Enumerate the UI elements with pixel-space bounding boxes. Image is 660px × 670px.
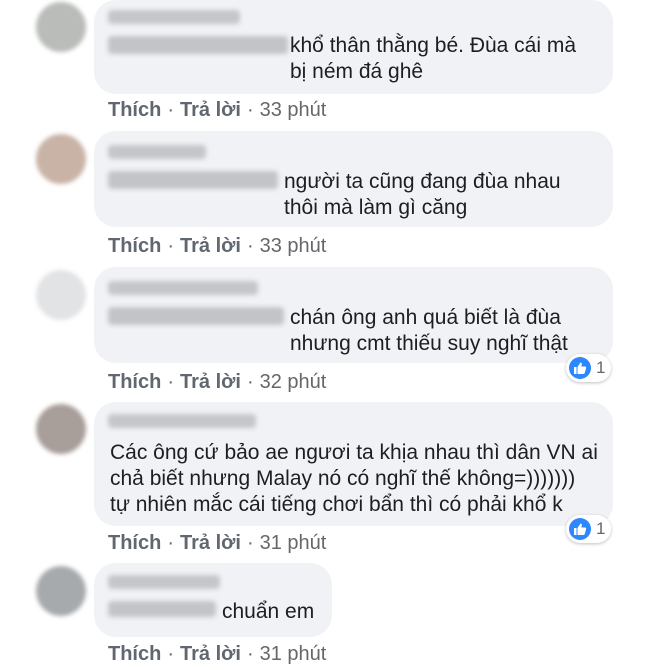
tagged-name-blurred[interactable] — [108, 171, 278, 189]
separator-dot: · — [167, 532, 175, 554]
thumbs-up-icon — [569, 518, 591, 540]
separator-dot: · — [246, 99, 254, 121]
reply-link[interactable]: Trả lời — [180, 99, 241, 121]
reaction-badge[interactable]: 1 — [566, 354, 612, 382]
like-link[interactable]: Thích — [108, 532, 161, 554]
comment-bubble: chuẩn em — [94, 563, 332, 637]
separator-dot: · — [246, 643, 254, 665]
avatar[interactable] — [36, 566, 86, 616]
reaction-count: 1 — [596, 519, 606, 538]
avatar[interactable] — [36, 270, 86, 320]
tagged-name-blurred[interactable] — [108, 307, 284, 325]
reply-link[interactable]: Trả lời — [180, 643, 241, 665]
comment-bubble: Các ông cứ bảo ae ngươi ta khịa nhau thì… — [94, 402, 613, 526]
comment-bubble: chán ông anh quá biết là đùa nhưng cmt t… — [94, 267, 613, 363]
avatar[interactable] — [36, 404, 86, 454]
comment-bubble: khổ thân thằng bé. Đùa cái mà bị ném đá … — [94, 0, 613, 94]
like-link[interactable]: Thích — [108, 643, 161, 665]
comment-actions: Thích · Trả lời · 31 phút — [108, 643, 326, 666]
author-name-blurred[interactable] — [108, 414, 256, 428]
timestamp[interactable]: 33 phút — [260, 99, 327, 121]
comment-actions: Thích · Trả lời · 32 phút — [108, 371, 326, 394]
tagged-name-blurred[interactable] — [108, 36, 288, 54]
like-link[interactable]: Thích — [108, 371, 161, 393]
separator-dot: · — [246, 532, 254, 554]
comment-text: chuẩn em — [222, 600, 315, 623]
timestamp[interactable]: 31 phút — [260, 643, 327, 665]
timestamp[interactable]: 31 phút — [260, 532, 327, 554]
avatar[interactable] — [36, 2, 86, 52]
separator-dot: · — [246, 235, 254, 257]
author-name-blurred[interactable] — [108, 281, 258, 295]
thumbs-up-icon — [569, 357, 591, 379]
author-name-blurred[interactable] — [108, 10, 240, 24]
reaction-badge[interactable]: 1 — [566, 515, 612, 543]
reply-link[interactable]: Trả lời — [180, 532, 241, 554]
comment-text: chán ông anh quá biết là đùa nhưng cmt t… — [290, 306, 568, 355]
like-link[interactable]: Thích — [108, 235, 161, 257]
comment-bubble: người ta cũng đang đùa nhau thôi mà làm … — [94, 131, 613, 227]
comment-actions: Thích · Trả lời · 33 phút — [108, 99, 326, 122]
reaction-count: 1 — [596, 358, 606, 377]
author-name-blurred[interactable] — [108, 145, 206, 159]
author-name-blurred[interactable] — [108, 575, 220, 589]
avatar[interactable] — [36, 134, 86, 184]
separator-dot: · — [167, 99, 175, 121]
comment-actions: Thích · Trả lời · 31 phút — [108, 532, 326, 555]
comment-text: khổ thân thằng bé. Đùa cái mà bị ném đá … — [290, 34, 577, 83]
comment-text: Các ông cứ bảo ae ngươi ta khịa nhau thì… — [110, 441, 598, 516]
separator-dot: · — [246, 371, 254, 393]
comment-actions: Thích · Trả lời · 33 phút — [108, 235, 326, 258]
separator-dot: · — [167, 371, 175, 393]
reply-link[interactable]: Trả lời — [180, 371, 241, 393]
timestamp[interactable]: 32 phút — [260, 371, 327, 393]
like-link[interactable]: Thích — [108, 99, 161, 121]
reply-link[interactable]: Trả lời — [180, 235, 241, 257]
separator-dot: · — [167, 643, 175, 665]
comment-text: người ta cũng đang đùa nhau thôi mà làm … — [284, 170, 561, 219]
separator-dot: · — [167, 235, 175, 257]
timestamp[interactable]: 33 phút — [260, 235, 327, 257]
tagged-name-blurred[interactable] — [108, 601, 216, 617]
